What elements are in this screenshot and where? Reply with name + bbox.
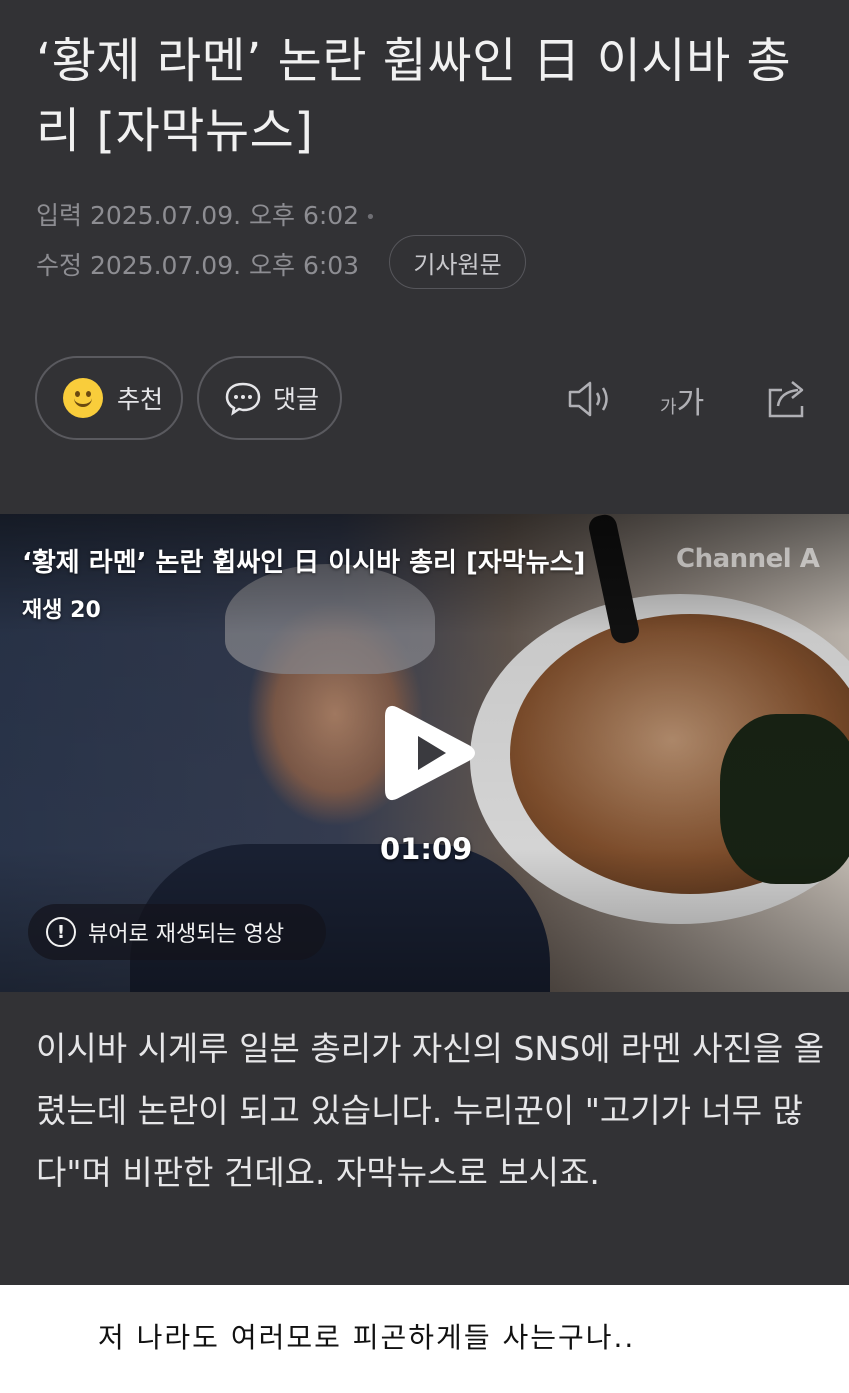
comment-button[interactable]: 댓글 (197, 356, 342, 440)
video-play-count: 재생 20 (22, 598, 101, 623)
recommend-label: 추천 (117, 385, 164, 414)
separator-dot: • (365, 206, 376, 228)
play-icon[interactable] (382, 700, 478, 806)
published-date: 입력 2025.07.09. 오후 6:02 • (36, 196, 376, 232)
video-duration: 01:09 (380, 832, 473, 866)
viewer-playback-notice[interactable]: ! 뷰어로 재생되는 영상 (28, 904, 326, 960)
font-large-label: 가 (676, 386, 705, 421)
article-headline: ‘황제 라멘’ 논란 휩싸인 日 이시바 총리 [자막뉴스] (36, 33, 792, 159)
published-label: 입력 (36, 201, 83, 230)
share-icon[interactable] (764, 376, 810, 420)
font-small-label: 가 (660, 397, 677, 418)
smiley-icon (63, 378, 103, 418)
article-summary: 이시바 시게루 일본 총리가 자신의 SNS에 라멘 사진을 올렸는데 논란이 … (36, 1029, 825, 1192)
video-player[interactable]: ‘황제 라멘’ 논란 휩싸인 日 이시바 총리 [자막뉴스] 재생 20 Cha… (0, 514, 849, 992)
modified-date: 수정 2025.07.09. 오후 6:03 (36, 246, 359, 282)
article-panel: ‘황제 라멘’ 논란 휩싸인 日 이시바 총리 [자막뉴스] 입력 2025.0… (0, 0, 849, 1285)
font-size-button[interactable]: 가가 (660, 378, 704, 422)
published-value: 2025.07.09. 오후 6:02 (89, 201, 360, 230)
video-title: ‘황제 라멘’ 논란 휩싸인 日 이시바 총리 [자막뉴스] (22, 548, 586, 578)
speaker-icon[interactable] (566, 378, 614, 420)
viewer-note-label: 뷰어로 재생되는 영상 (88, 922, 285, 947)
comment-label: 댓글 (273, 385, 320, 414)
modified-value: 2025.07.09. 오후 6:03 (89, 251, 360, 280)
original-article-button[interactable]: 기사원문 (389, 235, 526, 289)
info-icon: ! (46, 917, 76, 947)
user-comment: 저 나라도 여러모로 피곤하게들 사는구나.. (98, 1321, 636, 1354)
speech-bubble-icon (225, 382, 261, 416)
channel-watermark: Channel A (676, 544, 820, 574)
modified-label: 수정 (36, 251, 83, 280)
recommend-button[interactable]: 추천 (35, 356, 183, 440)
